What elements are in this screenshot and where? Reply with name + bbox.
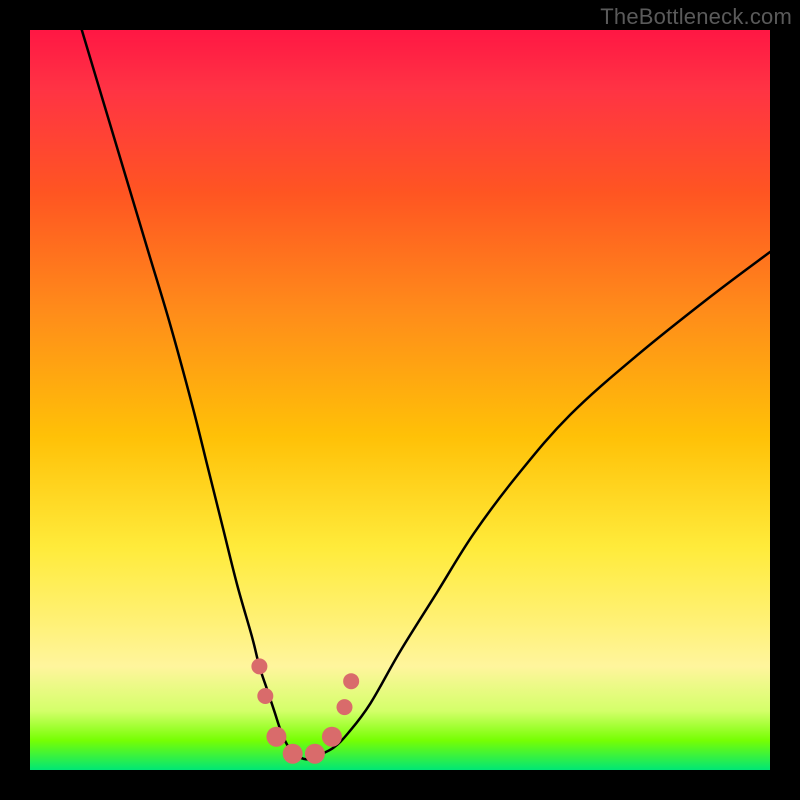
highlight-marker [337,699,353,715]
highlight-marker [305,744,325,764]
watermark-text: TheBottleneck.com [600,4,792,30]
highlight-marker [322,727,342,747]
bottleneck-curve-svg [0,0,800,800]
highlight-marker [283,744,303,764]
highlight-marker [343,673,359,689]
bottleneck-curve-path [82,30,770,759]
highlight-marker [251,658,267,674]
highlight-marker [257,688,273,704]
highlight-marker [266,727,286,747]
highlighted-points-group [251,658,359,763]
